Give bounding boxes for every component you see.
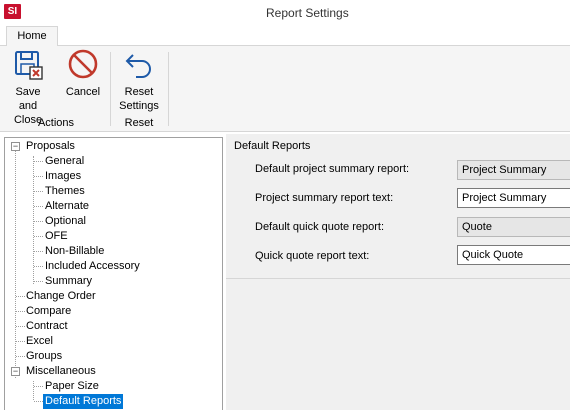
tree-node-images[interactable]: Images	[45, 169, 81, 184]
reset-icon	[125, 54, 151, 78]
tree-node-summary[interactable]: Summary	[45, 274, 92, 289]
tree-connector	[33, 381, 34, 400]
tree-connector	[34, 251, 43, 252]
tree-node-alternate[interactable]: Alternate	[45, 199, 89, 214]
tree-node-default-reports[interactable]: Default Reports	[43, 394, 124, 409]
tree-node-optional[interactable]: Optional	[45, 214, 86, 229]
project-summary-text-input[interactable]: Project Summary	[457, 188, 570, 208]
default-reports-group: Default Reports Default project summary …	[226, 134, 570, 279]
tree-connector	[34, 266, 43, 267]
group-label-reset: Reset	[124, 117, 154, 129]
collapse-box-icon[interactable]: −	[11, 367, 20, 376]
save-close-button[interactable]: Save and Close	[6, 46, 50, 127]
tree-node-groups[interactable]: Groups	[26, 349, 62, 364]
cancel-button[interactable]: Cancel	[63, 46, 103, 99]
quick-quote-text-label: Quick quote report text:	[255, 250, 370, 262]
tree-connector	[16, 356, 25, 357]
tab-home[interactable]: Home	[6, 26, 58, 47]
cancel-label: Cancel	[65, 86, 101, 98]
tree-node-change-order[interactable]: Change Order	[26, 289, 96, 304]
group-label-actions: Actions	[37, 117, 75, 129]
tree-node-compare[interactable]: Compare	[26, 304, 71, 319]
tree-node-general[interactable]: General	[45, 154, 84, 169]
collapse-box-icon[interactable]: −	[11, 142, 20, 151]
tree-connector	[16, 296, 25, 297]
default-quick-quote-field[interactable]: Quote	[457, 217, 570, 237]
tree-connector	[16, 311, 25, 312]
tree-connector	[34, 221, 43, 222]
settings-panel: Default Reports Default project summary …	[226, 134, 570, 410]
save-close-icon	[15, 51, 43, 80]
tree-connector	[34, 161, 43, 162]
tree-node-non-billable[interactable]: Non-Billable	[45, 244, 104, 259]
group-title: Default Reports	[234, 140, 311, 152]
reset-settings-button[interactable]: Reset Settings	[116, 46, 162, 113]
tree-connector	[34, 386, 43, 387]
tree-connector	[34, 191, 43, 192]
ribbon-tab-bar: Home	[0, 25, 570, 47]
save-close-label-line1: Save and	[15, 86, 41, 112]
tree-connector	[34, 236, 43, 237]
cancel-icon	[68, 49, 98, 79]
tree-connector	[15, 151, 16, 378]
tree-connector	[34, 176, 43, 177]
default-project-summary-field[interactable]: Project Summary	[457, 160, 570, 180]
tree-connector	[34, 281, 43, 282]
tree-node-excel[interactable]: Excel	[26, 334, 53, 349]
tree-node-contract[interactable]: Contract	[26, 319, 68, 334]
tree-connector	[16, 326, 25, 327]
tree-node-miscellaneous[interactable]: Miscellaneous	[26, 364, 96, 379]
window-title: Report Settings	[266, 6, 349, 20]
ribbon-separator	[168, 52, 169, 126]
settings-tree[interactable]: − Proposals General Images Themes Altern…	[4, 137, 223, 410]
reset-label-line2: Settings	[119, 100, 159, 112]
tree-node-themes[interactable]: Themes	[45, 184, 85, 199]
tree-node-ofe[interactable]: OFE	[45, 229, 68, 244]
tree-node-paper-size[interactable]: Paper Size	[45, 379, 99, 394]
tree-connector	[16, 341, 25, 342]
ribbon-separator	[110, 52, 111, 126]
reset-label-line1: Reset	[124, 86, 154, 98]
tree-connector	[34, 401, 43, 402]
tree-node-included-accessory[interactable]: Included Accessory	[45, 259, 140, 274]
tree-node-proposals[interactable]: Proposals	[26, 139, 75, 154]
tree-connector	[34, 206, 43, 207]
default-project-summary-label: Default project summary report:	[255, 163, 410, 175]
title-bar: SI Report Settings	[0, 0, 570, 25]
ribbon: Save and Close Cancel Actions Reset Sett…	[0, 46, 570, 132]
project-summary-text-label: Project summary report text:	[255, 192, 394, 204]
quick-quote-text-input[interactable]: Quick Quote	[457, 245, 570, 265]
default-quick-quote-label: Default quick quote report:	[255, 221, 385, 233]
